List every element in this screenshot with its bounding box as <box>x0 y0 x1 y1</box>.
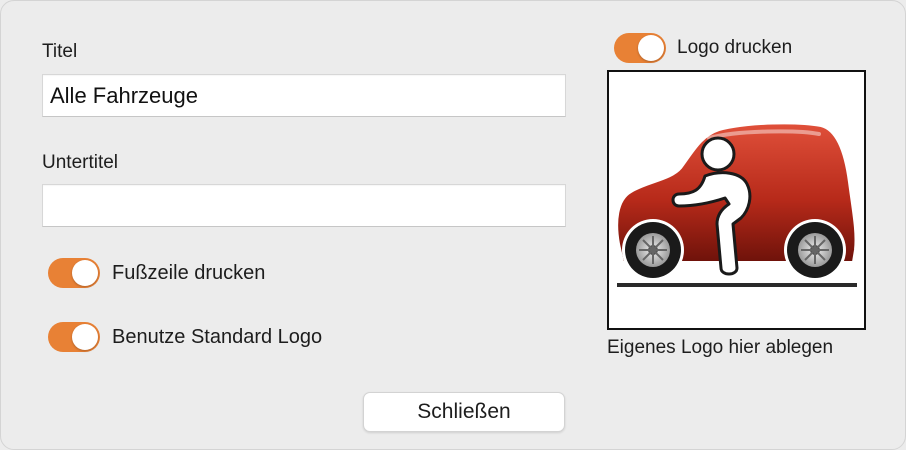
title-label: Titel <box>42 41 78 62</box>
footer-toggle-label: Fußzeile drucken <box>112 261 266 284</box>
print-logo-toggle-label: Logo drucken <box>677 37 793 58</box>
print-logo-toggle-row: Logo drucken <box>614 33 792 63</box>
footer-toggle-row: Fußzeile drucken <box>48 258 265 288</box>
logo-drop-zone[interactable] <box>607 70 866 330</box>
toggle-knob <box>638 35 664 61</box>
standard-logo-toggle-label: Benutze Standard Logo <box>112 325 323 348</box>
subtitle-label: Untertitel <box>42 152 119 173</box>
car-with-driver-icon <box>616 122 857 287</box>
toggle-knob <box>72 324 98 350</box>
subtitle-input[interactable] <box>42 184 566 227</box>
title-input[interactable] <box>42 74 566 117</box>
toggle-knob <box>72 260 98 286</box>
standard-logo-toggle-row: Benutze Standard Logo <box>48 322 322 352</box>
close-button[interactable]: Schließen <box>363 392 565 432</box>
logo-drop-hint: Eigenes Logo hier ablegen <box>607 337 834 358</box>
standard-logo-toggle[interactable] <box>48 322 100 352</box>
footer-toggle[interactable] <box>48 258 100 288</box>
print-logo-toggle[interactable] <box>614 33 666 63</box>
print-settings-dialog: Titel Untertitel Fußzeile drucken Benutz… <box>0 0 906 450</box>
